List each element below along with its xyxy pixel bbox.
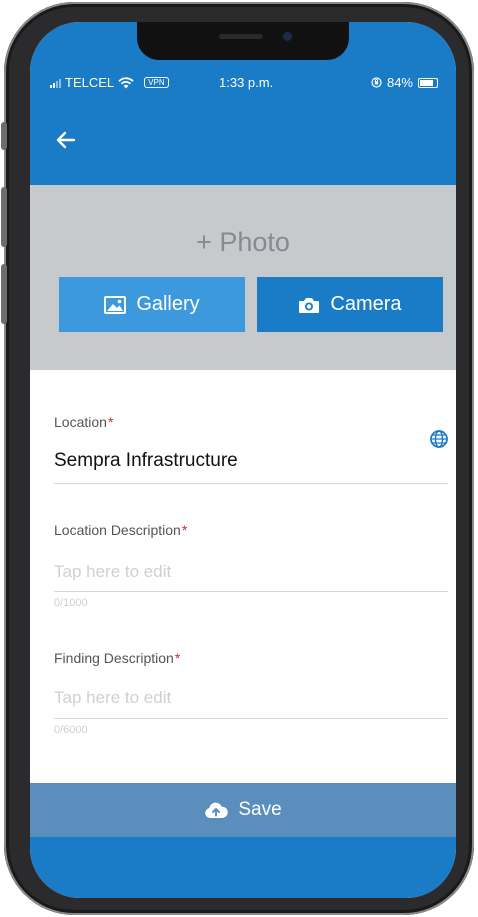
- save-label: Save: [238, 799, 282, 820]
- finding-description-label: Finding Description*: [54, 650, 180, 666]
- location-description-input[interactable]: Tap here to edit: [54, 562, 171, 582]
- finding-description-input[interactable]: Tap here to edit: [54, 688, 171, 708]
- finding-description-underline: [54, 718, 448, 719]
- arrow-left-icon: [56, 131, 76, 149]
- orientation-lock-icon: [371, 77, 382, 88]
- wifi-icon: [118, 76, 134, 88]
- add-photo-label[interactable]: + Photo: [30, 227, 456, 258]
- screen: TELCEL VPN 1:33 p.m. 84% + Photo Gallery…: [30, 22, 456, 898]
- location-value[interactable]: Sempra Infrastructure: [54, 450, 238, 472]
- location-label-text: Location: [54, 414, 107, 430]
- required-mark: *: [181, 522, 188, 538]
- notch: [137, 22, 349, 60]
- battery-group: 84%: [371, 75, 438, 90]
- required-mark: *: [107, 414, 114, 430]
- clock: 1:33 p.m.: [219, 75, 274, 90]
- battery-percent: 84%: [386, 75, 413, 90]
- mute-switch: [1, 122, 7, 150]
- carrier-group: TELCEL VPN: [50, 75, 169, 90]
- status-bar: TELCEL VPN 1:33 p.m. 84%: [30, 72, 456, 92]
- camera-label: Camera: [330, 293, 402, 315]
- cloud-upload-icon: [205, 802, 229, 818]
- vpn-badge: VPN: [144, 77, 169, 88]
- photo-section: + Photo Gallery Camera: [30, 185, 456, 370]
- location-description-underline: [54, 591, 448, 592]
- location-label: Location*: [54, 414, 113, 430]
- speaker: [219, 34, 263, 39]
- back-button[interactable]: [52, 126, 80, 154]
- camera-icon: [299, 297, 320, 313]
- signal-icon: [50, 78, 61, 88]
- battery-icon: [418, 77, 438, 88]
- location-description-counter: 0/1000: [54, 597, 88, 609]
- finding-description-label-text: Finding Description: [54, 650, 174, 666]
- carrier-name: TELCEL: [65, 75, 115, 90]
- front-camera: [283, 32, 292, 41]
- globe-icon[interactable]: [429, 429, 449, 449]
- volume-up-button: [1, 187, 7, 247]
- phone-frame: TELCEL VPN 1:33 p.m. 84% + Photo Gallery…: [1, 2, 474, 915]
- location-description-label: Location Description*: [54, 522, 187, 538]
- camera-button[interactable]: Camera: [257, 277, 443, 332]
- required-mark: *: [174, 650, 181, 666]
- finding-description-counter: 0/6000: [54, 724, 88, 736]
- image-icon: [104, 295, 127, 314]
- gallery-button[interactable]: Gallery: [59, 277, 245, 332]
- location-description-label-text: Location Description: [54, 522, 181, 538]
- gallery-label: Gallery: [136, 293, 200, 315]
- bottom-bar: [30, 837, 456, 898]
- location-underline: [54, 483, 448, 484]
- finding-form: Location* Sempra Infrastructure Location…: [30, 370, 456, 783]
- save-button[interactable]: Save: [30, 783, 456, 837]
- volume-down-button: [1, 264, 7, 324]
